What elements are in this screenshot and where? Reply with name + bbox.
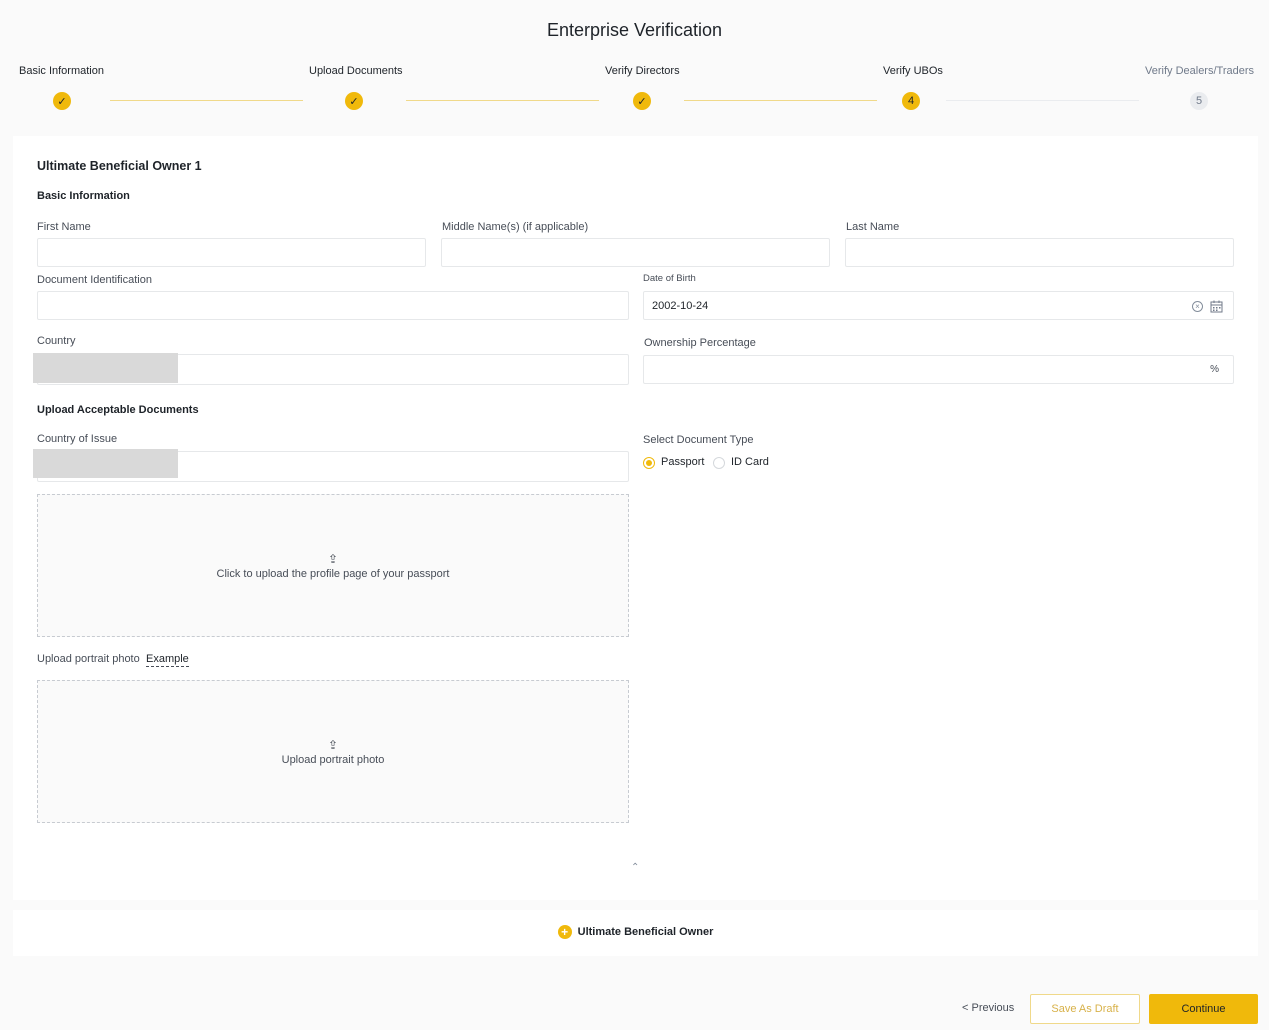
percent-suffix: % [1210,364,1219,375]
redacted-country-of-issue-value [33,449,178,478]
page-title: Enterprise Verification [546,20,723,40]
last-name-field[interactable] [845,238,1234,267]
step-connector [406,100,599,101]
document-identification-label: Document Identification [37,274,152,286]
ownership-percentage-field[interactable]: % [643,355,1234,384]
portrait-photo-label: Upload portrait photo [37,653,140,665]
plus-circle-icon: + [557,925,572,939]
document-identification-field[interactable] [37,291,629,320]
save-as-draft-button[interactable]: Save As Draft [1030,994,1140,1024]
step-connector [684,100,877,101]
step-connector [946,100,1139,101]
calendar-icon[interactable] [1210,300,1223,313]
upload-icon: ⇪ [327,552,339,566]
id-card-radio[interactable] [713,457,725,469]
portrait-upload-dropzone[interactable]: ⇪ Upload portrait photo [37,680,629,823]
passport-upload-dropzone[interactable]: ⇪ Click to upload the profile page of yo… [37,494,629,637]
step-label-upload-documents: Upload Documents [309,65,403,77]
date-of-birth-label: Date of Birth [643,273,696,284]
step-2-check-icon: ✓ [345,92,363,110]
step-5-number: 5 [1190,92,1208,110]
middle-name-label: Middle Name(s) (if applicable) [442,221,589,233]
redacted-country-value [33,353,178,383]
owner-title: Ultimate Beneficial Owner 1 [37,159,202,173]
id-card-radio-label[interactable]: ID Card [731,456,769,468]
double-chevron-up-icon[interactable]: ⌃ [631,862,639,873]
country-label: Country [37,335,76,347]
step-label-verify-directors: Verify Directors [605,65,680,77]
add-owner-label: Ultimate Beneficial Owner [577,926,714,938]
country-of-issue-label: Country of Issue [37,433,118,445]
ownership-percentage-label: Ownership Percentage [644,337,756,349]
continue-button[interactable]: Continue [1149,994,1258,1024]
ubo-form-card: Ultimate Beneficial Owner 1 Basic Inform… [13,136,1258,900]
document-type-label: Select Document Type [643,434,754,446]
last-name-label: Last Name [846,221,900,233]
add-owner-button[interactable]: + Ultimate Beneficial Owner [13,925,1258,939]
first-name-label: First Name [37,221,91,233]
step-label-verify-ubos: Verify UBOs [883,65,943,77]
portrait-upload-text: Upload portrait photo [281,754,385,766]
first-name-field[interactable] [37,238,426,267]
upload-documents-heading: Upload Acceptable Documents [37,404,199,416]
previous-button[interactable]: < Previous [962,1002,1014,1014]
middle-name-field[interactable] [441,238,830,267]
step-3-check-icon: ✓ [633,92,651,110]
upload-icon: ⇪ [327,738,339,752]
passport-radio[interactable] [643,457,655,469]
date-of-birth-value: 2002-10-24 [652,299,709,312]
add-owner-card[interactable]: + Ultimate Beneficial Owner [13,910,1258,956]
step-connector [110,100,303,101]
step-label-verify-dealers-traders: Verify Dealers/Traders [1145,65,1255,77]
step-label-basic-information: Basic Information [19,65,104,77]
step-4-number: 4 [902,92,920,110]
date-of-birth-field[interactable]: 2002-10-24 × [643,291,1234,320]
clear-icon[interactable]: × [1192,301,1203,312]
example-link[interactable]: Example [146,653,189,667]
passport-radio-label[interactable]: Passport [661,456,704,468]
basic-information-heading: Basic Information [37,190,130,202]
step-1-check-icon: ✓ [53,92,71,110]
passport-upload-text: Click to upload the profile page of your… [216,568,450,580]
